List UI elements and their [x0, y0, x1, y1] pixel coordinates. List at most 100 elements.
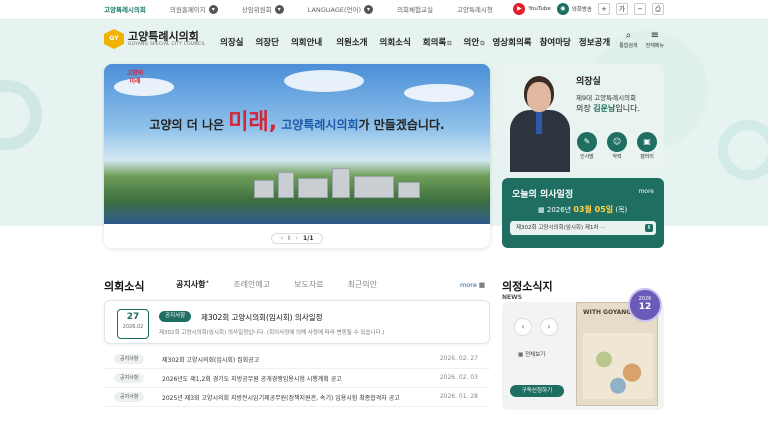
- magazine-title: 의정소식지: [502, 280, 553, 293]
- news-section-title: 의회소식: [104, 280, 145, 293]
- print-icon[interactable]: ⎙: [652, 3, 664, 15]
- magazine-all-link[interactable]: ▦ 전체보기: [518, 350, 545, 358]
- list-item[interactable]: 공지사항 제302회 고양시의회(임시회) 집회공고 2026. 02. 27: [104, 350, 490, 369]
- family-link-2[interactable]: 상임위원회 ▾: [242, 4, 284, 14]
- chairman-buttons: ✎ 인사말 ☺ 약력 ▣ 갤러리: [574, 132, 660, 160]
- main-visual-slider: 고양의 미래 고양의 더 나은 미래, 고양특례시의회가 만들겠습니다. ‹ Ⅱ …: [104, 64, 490, 248]
- nav-item-8[interactable]: 참여마당: [540, 36, 571, 48]
- schedule-more-link[interactable]: more: [638, 188, 654, 195]
- hero-image: [104, 64, 490, 224]
- row-badge: 공지사항: [114, 373, 145, 383]
- magazine-next-button[interactable]: ›: [540, 318, 558, 336]
- slider-prev-button[interactable]: ‹: [280, 235, 282, 242]
- chairman-gallery-button[interactable]: ▣ 갤러리: [634, 132, 660, 160]
- news-tab-3[interactable]: 최근의안: [348, 279, 377, 290]
- chairman-name: 의장 김운남입니다.: [576, 104, 640, 113]
- magazine-issue-badge: 2026 12: [628, 288, 662, 322]
- row-title: 2026년도 제1,2회 경기도 지방공무원 공개경쟁임용시험 시행계획 공고: [162, 376, 342, 383]
- news-tab-0[interactable]: 공지사항•: [176, 279, 209, 290]
- list-item[interactable]: 공지사항 2026년도 제1,2회 경기도 지방공무원 공개경쟁임용시험 시행계획…: [104, 369, 490, 388]
- decor-ring-left: [0, 80, 42, 150]
- today-schedule: 오늘의 의사일정 more ▦ 2026년 03월 05일 (목) 제302회 …: [502, 178, 664, 248]
- header-tools: ⌕ 통합검색 ≡ 전체메뉴: [619, 30, 664, 49]
- chairman-term: 제9대 고양특례시의회: [576, 94, 637, 102]
- news-more-link[interactable]: more ▦: [460, 281, 485, 289]
- zoom-out-button[interactable]: −: [634, 3, 646, 15]
- family-link-0[interactable]: 고양특례시의회: [104, 4, 146, 14]
- nav-item-6[interactable]: 의안⧉: [464, 36, 485, 48]
- chevron-down-icon: ▾: [364, 4, 374, 14]
- main-navigation: 의장실 의장단 의회안내 의원소개 의회소식 회의록⧉ 의안⧉ 영상회의록 참여마당 정보공개: [220, 36, 610, 48]
- external-link-icon: ⧉: [447, 40, 452, 47]
- grid-icon: ▦: [518, 352, 524, 358]
- youtube-link[interactable]: ▶ YouTube: [513, 3, 551, 15]
- external-link-icon: ⧉: [480, 40, 485, 47]
- broadcast-icon: ◉: [556, 3, 569, 15]
- slider-pager: ‹ Ⅱ › 1/1: [104, 233, 490, 244]
- slider-counter: 1/1: [302, 235, 314, 242]
- schedule-pause-button[interactable]: Ⅱ: [645, 224, 653, 232]
- nav-item-9[interactable]: 정보공개: [579, 36, 610, 48]
- row-badge: 공지사항: [114, 392, 145, 402]
- chevron-down-icon: ▾: [208, 4, 218, 14]
- search-icon: ⌕: [625, 30, 632, 41]
- row-date: 2026. 02. 27: [439, 355, 478, 362]
- news-tab-2[interactable]: 보도자료: [294, 279, 323, 290]
- schedule-event[interactable]: 제302회 고양시의회(임시회) 제1차 ··· Ⅱ: [510, 221, 656, 235]
- list-item[interactable]: 공지사항 2025년 제3회 고양시의회 지방전시임기제공무원(정책지원관, 속기…: [104, 388, 490, 407]
- utility-right: ▶ YouTube ◉ 의회방송 + 가 − ⎙: [513, 3, 664, 15]
- future-emblem: 고양의 미래: [126, 70, 144, 85]
- news-tab-1[interactable]: 조례안예고: [233, 279, 270, 290]
- chairman-greeting-button[interactable]: ✎ 인사말: [574, 132, 600, 160]
- calendar-icon: ▦: [538, 206, 545, 214]
- magazine-prev-button[interactable]: ‹: [514, 318, 532, 336]
- schedule-title: 오늘의 의사일정: [512, 190, 574, 200]
- featured-badge: 공지사항: [159, 311, 192, 322]
- hero-slogan: 고양의 더 나은 미래, 고양특례시의회가 만들겠습니다.: [149, 110, 445, 135]
- logo-name: 고양특례시의회: [128, 30, 199, 43]
- nav-item-4[interactable]: 의회소식: [380, 36, 411, 48]
- row-title: 제302회 고양시의회(임시회) 집회공고: [162, 357, 260, 364]
- featured-date: 27 2026.02: [117, 309, 149, 339]
- logo-emblem-icon: GY: [104, 29, 124, 49]
- chairman-card: 의장실 제9대 고양특례시의회 의장 김운남입니다. ✎ 인사말 ☺ 약력 ▣ 갤러리: [502, 64, 664, 172]
- all-menu-button[interactable]: ≡ 전체메뉴: [646, 30, 664, 49]
- chairman-profile-button[interactable]: ☺ 약력: [604, 132, 630, 160]
- city-skyline: [254, 164, 424, 198]
- active-dot-icon: •: [205, 279, 210, 286]
- chevron-down-icon: ▾: [274, 4, 284, 14]
- notice-list: 공지사항 제302회 고양시의회(임시회) 집회공고 2026. 02. 27 공지사…: [104, 350, 490, 407]
- family-link-5[interactable]: 고양특례시청: [457, 4, 493, 14]
- hamburger-icon: ≡: [650, 30, 659, 41]
- zoom-in-button[interactable]: +: [598, 3, 610, 15]
- family-link-3[interactable]: LANGUAGE(언어) ▾: [308, 4, 374, 14]
- row-badge: 공지사항: [114, 354, 145, 364]
- site-logo[interactable]: GY 고양특례시의회 GOYANG SPECIAL CITY COUNCIL: [104, 29, 206, 49]
- family-link-1[interactable]: 의원홈페이지 ▾: [170, 4, 218, 14]
- chairman-title: 의장실: [576, 77, 601, 87]
- site-header: GY 고양특례시의회 GOYANG SPECIAL CITY COUNCIL 의…: [0, 20, 768, 62]
- family-link-4[interactable]: 의회체험교실: [397, 4, 433, 14]
- broadcast-link[interactable]: ◉ 의회방송: [556, 3, 592, 15]
- featured-title: 제302회 고양시의회(임시회) 의사일정: [201, 313, 323, 322]
- search-button[interactable]: ⌕ 통합검색: [619, 30, 637, 49]
- featured-notice[interactable]: 27 2026.02 공지사항 제302회 고양시의회(임시회) 의사일정 제3…: [104, 300, 490, 344]
- nav-item-5[interactable]: 회의록⧉: [423, 36, 452, 48]
- nav-item-7[interactable]: 영상회의록: [492, 36, 531, 48]
- youtube-icon: ▶: [513, 3, 526, 15]
- magazine-subtitle: NEWS: [502, 294, 523, 301]
- nav-item-0[interactable]: 의장실: [220, 36, 243, 48]
- top-utility-bar: 고양특례시의회 의원홈페이지 ▾ 상임위원회 ▾ LANGUAGE(언어) ▾ 의회체험교실 고…: [0, 0, 768, 20]
- nav-item-3[interactable]: 의원소개: [336, 36, 367, 48]
- grid-icon: ▦: [478, 281, 486, 289]
- slider-pause-button[interactable]: Ⅱ: [288, 235, 291, 242]
- greeting-icon: ✎: [577, 132, 597, 152]
- nav-item-1[interactable]: 의장단: [255, 36, 278, 48]
- decor-ring-right: [718, 120, 768, 180]
- magazine-subscribe-button[interactable]: 구독신청하기: [510, 385, 564, 397]
- cover-illustration: [583, 333, 653, 399]
- nav-item-2[interactable]: 의회안내: [291, 36, 322, 48]
- zoom-reset-button[interactable]: 가: [616, 3, 628, 15]
- slider-next-button[interactable]: ›: [296, 235, 298, 242]
- chairman-photo: [510, 70, 570, 172]
